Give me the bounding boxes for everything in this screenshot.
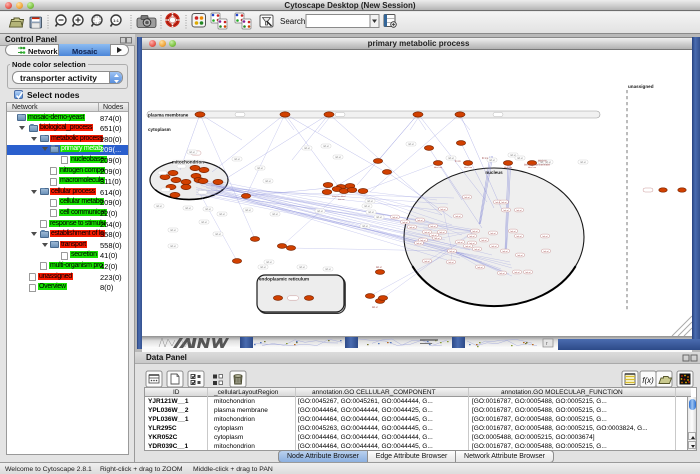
svg-text:lab el: lab el bbox=[501, 202, 507, 204]
svg-text:lab el: lab el bbox=[481, 240, 487, 242]
svg-text:lab el: lab el bbox=[416, 243, 422, 245]
svg-text:lbl nm: lbl nm bbox=[482, 158, 488, 160]
svg-text:lab el: lab el bbox=[234, 159, 240, 161]
svg-text:lab el: lab el bbox=[201, 222, 207, 224]
svg-text:lab el: lab el bbox=[490, 233, 496, 235]
svg-text:lab el: lab el bbox=[364, 206, 370, 208]
svg-text:lab el: lab el bbox=[474, 249, 480, 251]
svg-text:lab el: lab el bbox=[392, 217, 398, 219]
svg-text:lab el: lab el bbox=[272, 214, 278, 216]
svg-text:lab el: lab el bbox=[299, 267, 305, 269]
svg-text:lab el: lab el bbox=[510, 231, 516, 233]
svg-text:lab el: lab el bbox=[304, 148, 310, 150]
svg-text:lab el: lab el bbox=[440, 209, 446, 211]
svg-text:lab el: lab el bbox=[457, 242, 463, 244]
svg-text:lab el: lab el bbox=[362, 226, 368, 228]
svg-text:lab el: lab el bbox=[335, 157, 341, 159]
svg-text:lab el: lab el bbox=[185, 208, 191, 210]
svg-text:label nm: label nm bbox=[538, 161, 547, 163]
svg-text:Search:: Search: bbox=[280, 17, 308, 26]
svg-text:lab el: lab el bbox=[266, 262, 272, 264]
svg-text:lab nm: lab nm bbox=[338, 199, 345, 201]
svg-text:lab el: lab el bbox=[491, 246, 497, 248]
svg-text:lab el: lab el bbox=[372, 307, 378, 309]
svg-text:lab el: lab el bbox=[514, 272, 520, 274]
svg-text:lab el: lab el bbox=[517, 255, 523, 257]
svg-text:lab el: lab el bbox=[424, 261, 430, 263]
svg-text:lb nm: lb nm bbox=[455, 161, 461, 163]
svg-text:lab el: lab el bbox=[189, 152, 195, 154]
svg-text:lab el: lab el bbox=[219, 214, 225, 216]
svg-text:lab el: lab el bbox=[424, 232, 430, 234]
svg-text:lab el: lab el bbox=[367, 201, 373, 203]
svg-text:lab el: lab el bbox=[434, 238, 440, 240]
svg-text:lab el: lab el bbox=[580, 162, 586, 164]
svg-text:lab el: lab el bbox=[543, 251, 549, 253]
svg-text:lab el: lab el bbox=[215, 234, 221, 236]
svg-text:mitochondrion: mitochondrion bbox=[172, 160, 204, 165]
svg-text:lab el: lab el bbox=[516, 236, 522, 238]
svg-text:lab el: lab el bbox=[376, 267, 382, 269]
svg-text:lab el: lab el bbox=[376, 217, 382, 219]
svg-text:cytoplasm: cytoplasm bbox=[148, 127, 171, 132]
svg-text:f(x): f(x) bbox=[642, 376, 654, 385]
svg-text:lab el: lab el bbox=[472, 231, 478, 233]
svg-text:lab el: lab el bbox=[170, 230, 176, 232]
svg-text:lab el: lab el bbox=[503, 210, 509, 212]
svg-text:lab el: lab el bbox=[448, 262, 454, 264]
svg-text:lab el: lab el bbox=[431, 235, 437, 237]
svg-text:label nm label: label nm label bbox=[332, 196, 346, 198]
svg-text:lab el: lab el bbox=[317, 211, 323, 213]
svg-text:lab el: lab el bbox=[325, 269, 331, 271]
svg-text:lab el: lab el bbox=[517, 158, 523, 160]
svg-text:lab el: lab el bbox=[257, 168, 263, 170]
svg-text:lab el: lab el bbox=[525, 272, 531, 274]
svg-text:lab el: lab el bbox=[499, 273, 505, 275]
svg-text:endoplasmic reticulum: endoplasmic reticulum bbox=[259, 277, 309, 282]
svg-text:label nm: label nm bbox=[464, 167, 472, 169]
svg-text:1:1: 1:1 bbox=[113, 18, 120, 23]
svg-text:nucleus: nucleus bbox=[485, 170, 503, 175]
svg-text:lab el: lab el bbox=[439, 232, 445, 234]
svg-text:lab el: lab el bbox=[455, 216, 461, 218]
svg-text:label nm: label nm bbox=[528, 167, 536, 169]
svg-text:lab el: lab el bbox=[409, 227, 415, 229]
svg-text:lab el: lab el bbox=[260, 267, 266, 269]
svg-text:label nm: label nm bbox=[504, 167, 512, 169]
svg-text:lab el: lab el bbox=[449, 251, 455, 253]
svg-text:lab el: lab el bbox=[245, 210, 251, 212]
svg-text:lab el: lab el bbox=[469, 236, 475, 238]
svg-text:lab el: lab el bbox=[448, 158, 454, 160]
svg-text:lab el: lab el bbox=[502, 251, 508, 253]
svg-text:lab el: lab el bbox=[430, 226, 436, 228]
svg-text:lab el: lab el bbox=[402, 222, 408, 224]
svg-text:lab el: lab el bbox=[477, 267, 483, 269]
svg-text:lab el: lab el bbox=[265, 181, 271, 183]
svg-text:lab el: lab el bbox=[368, 212, 374, 214]
svg-text:lab el: lab el bbox=[489, 160, 495, 162]
svg-text:label nm: label nm bbox=[434, 167, 442, 169]
svg-text:lab el: lab el bbox=[323, 146, 329, 148]
svg-text:lab el: lab el bbox=[516, 210, 522, 212]
svg-text:lab el: lab el bbox=[205, 209, 211, 211]
svg-text:lab el: lab el bbox=[542, 236, 548, 238]
svg-text:lab el: lab el bbox=[408, 144, 414, 146]
svg-text:lab el: lab el bbox=[464, 197, 470, 199]
svg-text:lab el: lab el bbox=[417, 220, 423, 222]
svg-text:labelnamelabelnamelabel: labelnamelabelnamelabel bbox=[524, 165, 551, 167]
svg-text:plasma membrane: plasma membrane bbox=[148, 112, 189, 117]
svg-text:lab el: lab el bbox=[156, 206, 162, 208]
svg-text:lab el: lab el bbox=[170, 246, 176, 248]
svg-text:unassigned: unassigned bbox=[628, 84, 654, 89]
svg-text:lab el: lab el bbox=[465, 246, 471, 248]
